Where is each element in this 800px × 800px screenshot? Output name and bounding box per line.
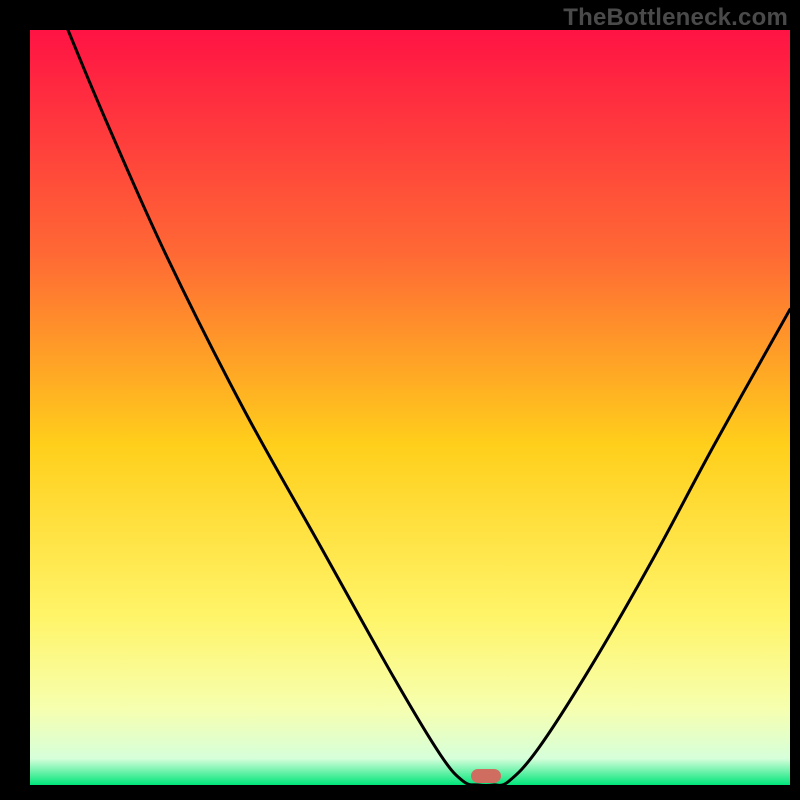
plot-background: [30, 30, 790, 785]
optimal-marker: [471, 769, 501, 783]
bottleneck-chart: [0, 0, 800, 800]
chart-container: TheBottleneck.com: [0, 0, 800, 800]
watermark-text: TheBottleneck.com: [563, 4, 788, 32]
